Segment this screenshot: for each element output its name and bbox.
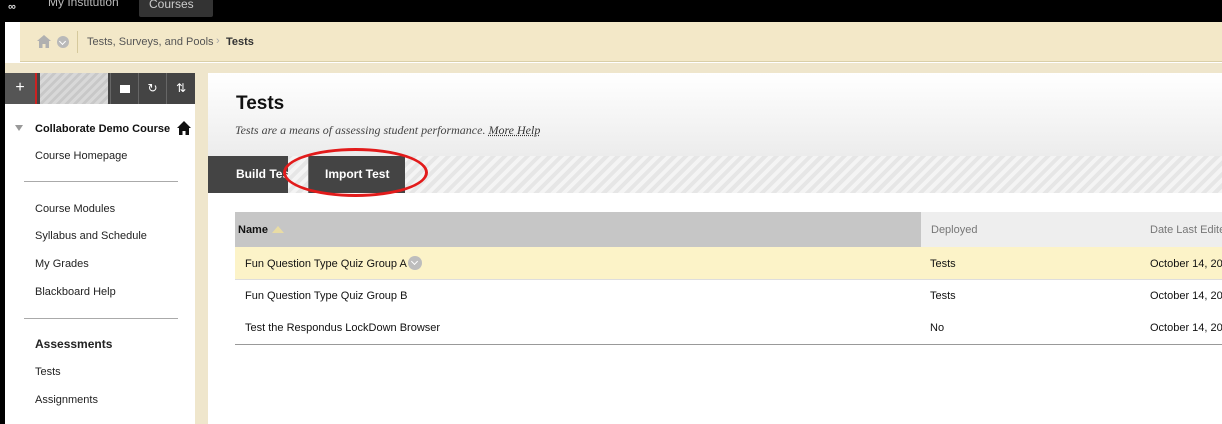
sidebar-item-tests[interactable]: Tests (35, 366, 61, 378)
row-deployed: No (930, 322, 945, 334)
toolbar-filler (40, 73, 108, 104)
page-header (208, 73, 1222, 156)
highlight-circle (283, 148, 428, 197)
table-row[interactable]: Test the Respondus LockDown Browser No O… (235, 312, 1222, 345)
refresh-icon: ↻ (147, 81, 158, 95)
breadcrumb-separator: › (216, 35, 220, 47)
home-icon[interactable] (37, 35, 51, 48)
sort-ascending-icon[interactable] (272, 226, 284, 233)
page-title: Tests (236, 93, 285, 114)
reorder-button[interactable]: ⇅ (166, 73, 195, 104)
collapse-triangle-icon[interactable] (15, 125, 23, 131)
chevron-down-icon[interactable] (408, 256, 422, 270)
add-menu-item-button[interactable]: + (5, 73, 37, 104)
course-home-icon (177, 121, 191, 135)
sidebar-item-my-grades[interactable]: My Grades (35, 258, 89, 270)
column-header-date[interactable]: Date Last Edited (1150, 224, 1222, 236)
breadcrumb-current: Tests (226, 36, 254, 48)
row-date: October 14, 20 (1150, 290, 1222, 302)
column-header-name-label[interactable]: Name (238, 224, 268, 236)
sidebar-item-syllabus[interactable]: Syllabus and Schedule (35, 230, 147, 242)
divider (24, 181, 178, 182)
column-header-name[interactable] (235, 212, 921, 247)
sidebar-heading-assessments[interactable]: Assessments (35, 337, 112, 351)
divider (24, 318, 178, 319)
row-name[interactable]: Test the Respondus LockDown Browser (245, 322, 440, 334)
row-name[interactable]: Fun Question Type Quiz Group B (245, 290, 407, 302)
sidebar-item-assignments[interactable]: Assignments (35, 394, 98, 406)
tab-courses[interactable]: Courses (139, 0, 213, 17)
display-in-window-button[interactable] (110, 73, 138, 104)
breadcrumb-home[interactable] (30, 31, 78, 53)
more-help-link[interactable]: More Help (488, 123, 540, 137)
table-bottom-rule (235, 344, 1222, 345)
row-date: October 14, 20 (1150, 322, 1222, 334)
table-row[interactable]: Fun Question Type Quiz Group A Tests Oct… (235, 247, 1222, 280)
breadcrumb: Tests, Surveys, and Pools › Tests (20, 22, 1222, 62)
top-nav: ∞ My Institution Courses (0, 0, 1222, 22)
sidebar-item-course-modules[interactable]: Course Modules (35, 203, 115, 215)
breadcrumb-item[interactable]: Tests, Surveys, and Pools (87, 36, 214, 48)
row-name[interactable]: Fun Question Type Quiz Group A (245, 258, 407, 270)
build-test-label: Build Test (208, 156, 288, 193)
sort-arrows-icon: ⇅ (175, 81, 187, 95)
sidebar-item-course-homepage[interactable]: Course Homepage (35, 150, 127, 162)
table-row[interactable]: Fun Question Type Quiz Group B Tests Oct… (235, 280, 1222, 313)
tab-my-institution[interactable]: My Institution (48, 0, 119, 9)
link-icon[interactable]: ∞ (8, 1, 16, 13)
row-deployed: Tests (930, 258, 956, 270)
sidebar-item-blackboard-help[interactable]: Blackboard Help (35, 286, 116, 298)
window-icon (119, 84, 130, 93)
page-subtitle-text: Tests are a means of assessing student p… (235, 123, 486, 137)
refresh-button[interactable]: ↻ (138, 73, 166, 104)
row-deployed: Tests (930, 290, 956, 302)
row-date: October 14, 20 (1150, 258, 1222, 270)
course-title[interactable]: Collaborate Demo Course (35, 123, 170, 135)
column-header-deployed[interactable]: Deployed (931, 224, 977, 236)
page-subtitle: Tests are a means of assessing student p… (235, 123, 540, 138)
chevron-down-icon[interactable] (57, 36, 69, 48)
build-test-button[interactable]: Build Test (208, 156, 288, 193)
